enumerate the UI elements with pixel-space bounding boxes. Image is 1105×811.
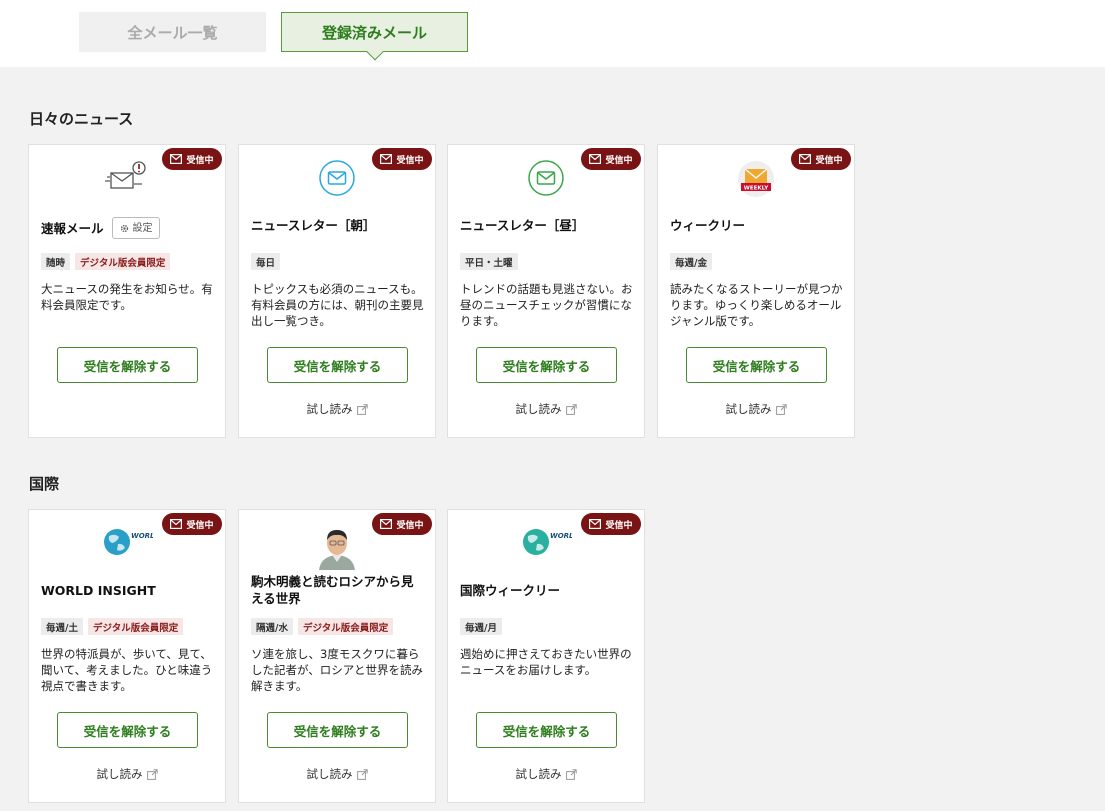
frequency-tag: 平日・土曜 — [460, 253, 518, 270]
tab-registered-mail[interactable]: 登録済みメール — [281, 12, 468, 61]
world-weekly-logo-label: WORLD WEEKLY — [550, 532, 572, 540]
envelope-green-icon — [528, 160, 564, 196]
breaking-mail-icon — [105, 161, 146, 189]
card-title: WORLD INSIGHT — [41, 582, 215, 599]
newsletter-card: 受信中 ニュースレター［昼］ 平日・土曜 トレンドの話題も見逃さない。お昼のニュ… — [447, 144, 645, 438]
external-link-icon — [356, 768, 368, 780]
trial-read-link[interactable]: 試し読み — [448, 766, 644, 782]
tag-list: 平日・土曜 — [460, 253, 518, 270]
card-title: 駒木明義と読むロシアから見える世界 — [251, 573, 425, 607]
frequency-tag: 毎週/土 — [41, 618, 83, 635]
frequency-tag: 毎日 — [251, 253, 281, 270]
tag-list: 随時 デジタル版会員限定 — [41, 253, 171, 270]
tag-list: 毎週/土 デジタル版会員限定 — [41, 618, 184, 635]
unsubscribe-button[interactable]: 受信を解除する — [476, 712, 617, 748]
frequency-tag: 隔週/水 — [251, 618, 293, 635]
card-title: ニュースレター［朝］ — [251, 217, 425, 234]
tag-list: 毎週/金 — [670, 253, 712, 270]
external-link-icon — [565, 403, 577, 415]
card-description: 世界の特派員が、歩いて、見て、聞いて、考えました。ひと味違う視点で書きます。 — [41, 647, 213, 693]
trial-read-link[interactable]: 試し読み — [239, 766, 435, 782]
envelope-blue-icon — [319, 160, 355, 196]
card-title-text: 駒木明義と読むロシアから見える世界 — [251, 574, 414, 606]
world-insight-logo: WORLD INSIGHT — [104, 529, 153, 555]
unsubscribe-button[interactable]: 受信を解除する — [476, 347, 617, 383]
unsubscribe-button[interactable]: 受信を解除する — [267, 347, 408, 383]
trial-read-label: 試し読み — [96, 767, 143, 781]
tab-registered-label: 登録済みメール — [321, 23, 427, 42]
trial-read-label: 試し読み — [725, 402, 772, 416]
section-title-international: 国際 — [29, 475, 60, 493]
external-link-icon — [775, 403, 787, 415]
weekly-icon: WEEKLY — [738, 161, 774, 197]
settings-button-label: 設定 — [132, 222, 153, 234]
unsubscribe-button[interactable]: 受信を解除する — [686, 347, 827, 383]
trial-read-link[interactable]: 試し読み — [658, 401, 854, 417]
digital-member-tag: デジタル版会員限定 — [87, 618, 184, 635]
tag-list: 毎週/月 — [460, 618, 502, 635]
card-title-text: WORLD INSIGHT — [41, 583, 156, 598]
external-link-icon — [356, 403, 368, 415]
trial-read-label: 試し読み — [515, 767, 562, 781]
frequency-tag: 毎週/月 — [460, 618, 502, 635]
card-description: トレンドの話題も見逃さない。お昼のニュースチェックが習慣になります。 — [460, 282, 633, 328]
card-description: トピックスも必須のニュースも。有料会員の方には、朝刊の主要見出し一覧つき。 — [251, 282, 424, 328]
digital-member-tag: デジタル版会員限定 — [75, 253, 171, 270]
tag-list: 隔週/水 デジタル版会員限定 — [251, 618, 394, 635]
world-weekly-logo: WORLD WEEKLY — [523, 529, 572, 555]
trial-read-label: 試し読み — [306, 767, 353, 781]
card-description: 週始めに押さえておきたい世界のニュースをお届けします。 — [460, 647, 632, 677]
newsletter-card: 受信中 駒木明義と読むロシアから見える世界 隔週/水 デジタル版会員限定 ソ連を… — [238, 509, 436, 803]
settings-button[interactable]: 設定 — [111, 217, 160, 239]
card-description: 読みたくなるストーリーが見つかります。ゆっくり楽しめるオールジャンル版です。 — [670, 282, 843, 328]
card-title-text: ウィークリー — [670, 218, 746, 233]
tab-active-pointer — [366, 43, 383, 61]
trial-read-label: 試し読み — [306, 402, 353, 416]
card-title: ニュースレター［昼］ — [460, 217, 634, 234]
card-title-text: 速報メール — [41, 220, 104, 236]
weekly-icon-label: WEEKLY — [744, 186, 769, 192]
top-tab-bar: 全メール一覧 登録済みメール — [0, 0, 1105, 67]
newsletter-card: 受信中 WORLD INSIGHT WORLD INSIGHT 毎週/土 デジタ… — [28, 509, 226, 803]
external-link-icon — [146, 768, 158, 780]
section-title-daily: 日々のニュース — [29, 110, 134, 128]
unsubscribe-button[interactable]: 受信を解除する — [267, 712, 408, 748]
card-title-text: ニュースレター［朝］ — [251, 218, 376, 233]
frequency-tag: 毎週/金 — [670, 253, 712, 270]
gear-icon — [120, 224, 128, 232]
card-title: ウィークリー — [670, 217, 844, 234]
newsletter-card: 受信中 WEEKLY ウィークリー 毎週/金 読みたくなるストーリーが見つかりま… — [657, 144, 855, 438]
card-title: 国際ウィークリー — [460, 582, 634, 599]
card-title-text: 国際ウィークリー — [460, 583, 561, 598]
digital-member-tag: デジタル版会員限定 — [297, 618, 394, 635]
frequency-tag: 随時 — [41, 253, 71, 270]
tag-list: 毎日 — [251, 253, 281, 270]
trial-read-link[interactable]: 試し読み — [448, 401, 644, 417]
card-title: 速報メール 設定 — [41, 217, 215, 239]
unsubscribe-button[interactable]: 受信を解除する — [57, 347, 198, 383]
unsubscribe-button[interactable]: 受信を解除する — [57, 712, 198, 748]
newsletter-card: 受信中 ニュースレター［朝］ 毎日 トピックスも必須のニュースも。有料会員の方に… — [238, 144, 436, 438]
card-description: 大ニュースの発生をお知らせ。有料会員限定です。 — [41, 282, 213, 312]
trial-read-link[interactable]: 試し読み — [29, 766, 225, 782]
newsletter-card: 受信中 WORLD WEEKLY 国際ウィークリー 毎週/月 週始めに押さえてお… — [447, 509, 645, 803]
trial-read-label: 試し読み — [515, 402, 562, 416]
author-avatar — [315, 524, 359, 570]
trial-read-link[interactable]: 試し読み — [239, 401, 435, 417]
card-description: ソ連を旅し、3度モスクワに暮らした記者が、ロシアと世界を読み解きます。 — [251, 647, 424, 693]
tab-all-mail[interactable]: 全メール一覧 — [79, 12, 266, 52]
card-title-text: ニュースレター［昼］ — [460, 218, 585, 233]
external-link-icon — [565, 768, 577, 780]
world-insight-logo-label: WORLD INSIGHT — [131, 532, 153, 540]
newsletter-card: 受信中 速報メール 設定 随時 デジタル版会員限定 大ニュースの発生をお知らせ。… — [28, 144, 226, 438]
